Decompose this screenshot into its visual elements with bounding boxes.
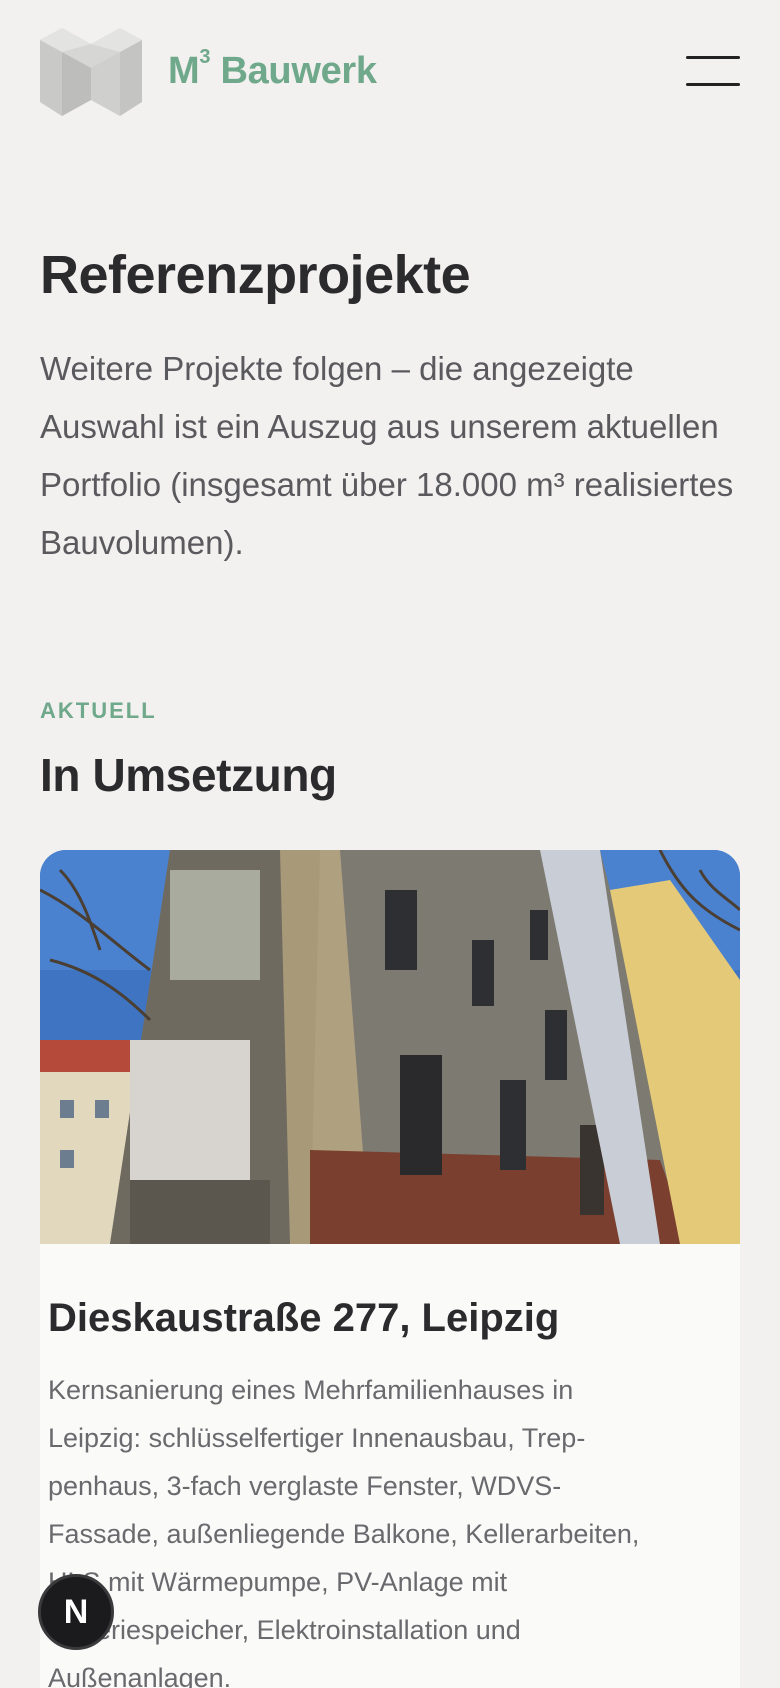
project-description: Kernsanierung eines Mehrfamilienhauses i…	[48, 1375, 640, 1688]
section-title: In Umsetzung	[40, 749, 337, 801]
intro-text: Weitere Projekte folgen – die angezeigte…	[40, 350, 734, 561]
project-title: Dieskaustraße 277, Leipzig	[48, 1296, 560, 1340]
m3-cube-logo-icon[interactable]	[40, 28, 142, 116]
site-header: M3 Bauwerk	[0, 0, 780, 150]
section-eyebrow: AKTUELL	[40, 698, 157, 723]
n-badge-button[interactable]: N	[38, 1574, 114, 1650]
page-title: Referenzprojekte	[40, 245, 471, 305]
page: M3 Bauwerk Referenzprojekte Weitere Proj…	[0, 0, 780, 1688]
hamburger-icon-line	[686, 83, 740, 86]
hamburger-icon	[686, 56, 740, 59]
hamburger-menu-button[interactable]	[686, 56, 740, 86]
brand-name[interactable]: M3 Bauwerk	[168, 46, 377, 93]
project-photo	[40, 850, 740, 1244]
